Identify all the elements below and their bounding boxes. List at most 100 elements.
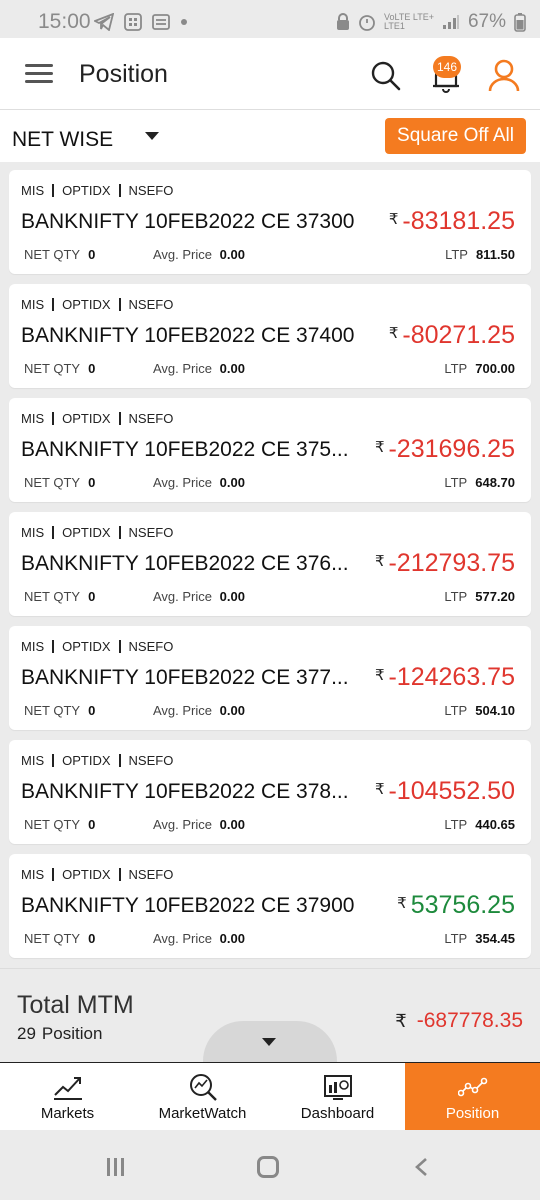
- net-wise-dropdown[interactable]: NET WISE: [0, 110, 170, 162]
- nav-position[interactable]: Position: [405, 1063, 540, 1130]
- position-card[interactable]: MIS OPTIDX NSEFO BANKNIFTY 10FEB2022 CE 37…: [9, 740, 531, 844]
- ltp: LTP 354.45: [444, 931, 515, 946]
- ltp: LTP 577.20: [444, 589, 515, 604]
- chevron-down-icon: [145, 132, 159, 140]
- position-icon: [457, 1077, 487, 1097]
- position-meta: MIS OPTIDX NSEFO: [21, 753, 174, 768]
- back-icon[interactable]: [412, 1157, 430, 1177]
- position-card[interactable]: MIS OPTIDX NSEFO BANKNIFTY 10FEB2022 CE 37…: [9, 626, 531, 730]
- position-card[interactable]: MIS OPTIDX NSEFO BANKNIFTY 10FEB2022 CE 37…: [9, 398, 531, 502]
- position-card[interactable]: MIS OPTIDX NSEFO BANKNIFTY 10FEB2022 CE 37…: [9, 854, 531, 958]
- avg-price: Avg. Price 0.00: [153, 361, 245, 376]
- rupee-icon: ₹: [388, 325, 399, 342]
- expand-panel-button[interactable]: [203, 1021, 337, 1065]
- position-symbol: BANKNIFTY 10FEB2022 CE 376...: [21, 552, 349, 575]
- chevron-down-icon: [262, 1038, 276, 1046]
- position-symbol: BANKNIFTY 10FEB2022 CE 37400: [21, 324, 355, 347]
- filter-bar: NET WISE Square Off All: [0, 110, 540, 162]
- rupee-icon: ₹: [374, 439, 385, 456]
- nav-marketwatch[interactable]: MarketWatch: [135, 1063, 270, 1130]
- app-header: Position 146: [0, 38, 540, 110]
- ltp: LTP 700.00: [444, 361, 515, 376]
- ltp: LTP 648.70: [444, 475, 515, 490]
- home-icon[interactable]: [257, 1156, 279, 1178]
- position-card[interactable]: MIS OPTIDX NSEFO BANKNIFTY 10FEB2022 CE 37…: [9, 512, 531, 616]
- net-qty: NET QTY 0: [24, 931, 96, 946]
- position-pnl: ₹ -212793.75: [374, 549, 515, 577]
- news-icon: [152, 14, 170, 30]
- network-indicator: VoLTE LTE+ LTE1: [384, 12, 434, 31]
- status-system-icons: VoLTE LTE+ LTE1 67%: [336, 11, 526, 33]
- net-wise-label: NET WISE: [12, 128, 114, 151]
- nav-markets[interactable]: Markets: [0, 1063, 135, 1130]
- avg-price: Avg. Price 0.00: [153, 475, 245, 490]
- net-qty: NET QTY 0: [24, 589, 96, 604]
- position-symbol: BANKNIFTY 10FEB2022 CE 378...: [21, 780, 349, 803]
- recent-apps-icon[interactable]: [107, 1158, 129, 1176]
- position-meta: MIS OPTIDX NSEFO: [21, 867, 174, 882]
- app-grid-icon: [124, 13, 142, 31]
- position-pnl: ₹ -83181.25: [388, 207, 515, 235]
- dot-icon: [181, 19, 187, 25]
- ltp: LTP 811.50: [445, 247, 515, 262]
- net-qty: NET QTY 0: [24, 817, 96, 832]
- dashboard-icon: [323, 1075, 352, 1100]
- position-symbol: BANKNIFTY 10FEB2022 CE 37900: [21, 894, 355, 917]
- rupee-icon: ₹: [395, 1011, 407, 1031]
- avg-price: Avg. Price 0.00: [153, 589, 245, 604]
- position-meta: MIS OPTIDX NSEFO: [21, 639, 174, 654]
- position-meta: MIS OPTIDX NSEFO: [21, 297, 174, 312]
- rupee-icon: ₹: [374, 667, 385, 684]
- position-pnl: ₹ -231696.25: [374, 435, 515, 463]
- avg-price: Avg. Price 0.00: [153, 703, 245, 718]
- notifications-button[interactable]: 146: [428, 56, 464, 94]
- square-off-all-button[interactable]: Square Off All: [385, 118, 526, 154]
- page-title: Position: [79, 60, 168, 88]
- signal-icon: [442, 15, 459, 29]
- ltp: LTP 440.65: [444, 817, 515, 832]
- avg-price: Avg. Price 0.00: [153, 817, 245, 832]
- chart-line-icon: [53, 1077, 82, 1100]
- status-time: 15:00: [38, 10, 91, 33]
- position-symbol: BANKNIFTY 10FEB2022 CE 375...: [21, 438, 349, 461]
- position-symbol: BANKNIFTY 10FEB2022 CE 377...: [21, 666, 349, 689]
- rupee-icon: ₹: [374, 781, 385, 798]
- bottom-nav: Markets MarketWatch Dashboard Position: [0, 1062, 540, 1130]
- avg-price: Avg. Price 0.00: [153, 931, 245, 946]
- lock-icon: [337, 13, 350, 30]
- net-qty: NET QTY 0: [24, 361, 96, 376]
- rupee-icon: ₹: [397, 895, 407, 912]
- telegram-icon: [94, 13, 114, 31]
- total-mtm-label: Total MTM: [17, 991, 134, 1019]
- position-meta: MIS OPTIDX NSEFO: [21, 525, 174, 540]
- net-qty: NET QTY 0: [24, 475, 96, 490]
- position-meta: MIS OPTIDX NSEFO: [21, 411, 174, 426]
- position-pnl: ₹ -80271.25: [388, 321, 515, 349]
- status-notification-icons: [94, 13, 188, 31]
- avg-price: Avg. Price 0.00: [153, 247, 245, 262]
- user-icon[interactable]: [488, 58, 520, 92]
- position-meta: MIS OPTIDX NSEFO: [21, 183, 174, 198]
- alarm-icon: [359, 15, 375, 31]
- battery-percent: 67%: [467, 11, 506, 32]
- battery-icon: [514, 13, 526, 32]
- market-watch-icon: [189, 1074, 217, 1101]
- position-pnl: ₹ -124263.75: [374, 663, 515, 691]
- notification-count-badge: 146: [433, 56, 461, 78]
- position-card[interactable]: MIS OPTIDX NSEFO BANKNIFTY 10FEB2022 CE 37…: [9, 170, 531, 274]
- menu-icon[interactable]: [25, 64, 53, 84]
- ltp: LTP 504.10: [444, 703, 515, 718]
- position-count: 29 Position: [17, 1024, 103, 1043]
- position-card[interactable]: MIS OPTIDX NSEFO BANKNIFTY 10FEB2022 CE 37…: [9, 284, 531, 388]
- net-qty: NET QTY 0: [24, 247, 96, 262]
- position-symbol: BANKNIFTY 10FEB2022 CE 37300: [21, 210, 355, 233]
- rupee-icon: ₹: [388, 211, 399, 228]
- total-mtm-value: ₹ -687778.35: [395, 1009, 523, 1032]
- search-icon[interactable]: [370, 60, 402, 92]
- total-mtm-panel: Total MTM 29 Position ₹ -687778.35: [0, 968, 540, 1065]
- rupee-icon: ₹: [374, 553, 385, 570]
- nav-dashboard[interactable]: Dashboard: [270, 1063, 405, 1130]
- position-pnl: ₹ -104552.50: [374, 777, 515, 805]
- net-qty: NET QTY 0: [24, 703, 96, 718]
- position-pnl: ₹53756.25: [397, 891, 515, 919]
